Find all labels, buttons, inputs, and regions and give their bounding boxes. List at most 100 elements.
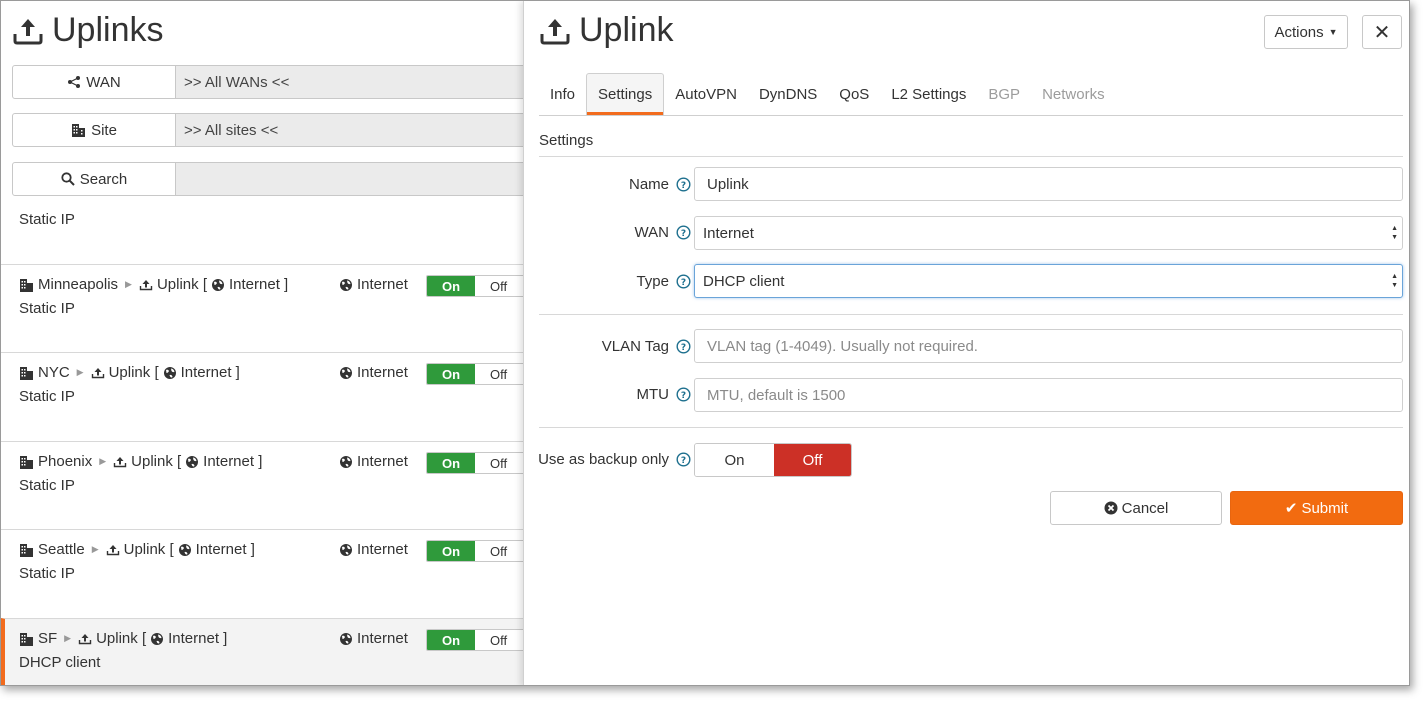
- mtu-input[interactable]: MTU, default is 1500: [694, 378, 1403, 412]
- backup-only-toggle[interactable]: On Off: [694, 443, 852, 477]
- wan-column-text: Internet: [357, 453, 408, 470]
- backup-only-label: Use as backup only ?: [538, 451, 691, 468]
- list-item[interactable]: NYC ▶ Uplink [ Internet ] Static IP Inte…: [1, 352, 523, 441]
- cancel-label: Cancel: [1121, 499, 1169, 517]
- site-name: Minneapolis: [38, 276, 119, 293]
- name-label: Name ?: [629, 176, 691, 193]
- list-item-title: Minneapolis ▶ Uplink [ Internet ]: [19, 276, 288, 293]
- wan-name: Internet ]: [229, 276, 289, 293]
- toggle-on[interactable]: On: [427, 541, 475, 561]
- list-item[interactable]: Minneapolis ▶ Uplink [ Internet ] Static…: [1, 264, 523, 353]
- globe-icon: [340, 543, 352, 556]
- enable-toggle[interactable]: On Off: [426, 275, 523, 297]
- building-icon: [19, 455, 34, 469]
- tab-bar: Info Settings AutoVPN DynDNS QoS L2 Sett…: [539, 73, 1403, 116]
- toggle-on[interactable]: On: [427, 364, 475, 384]
- wan-column-text: Internet: [357, 276, 408, 293]
- toggle-off[interactable]: Off: [475, 630, 523, 650]
- close-button[interactable]: ✕: [1362, 15, 1402, 49]
- tab-dyndns[interactable]: DynDNS: [748, 73, 828, 115]
- svg-text:?: ?: [681, 456, 686, 466]
- toggle-off[interactable]: Off: [475, 453, 523, 473]
- search-filter: Search: [12, 162, 523, 196]
- site-name: Seattle: [38, 541, 85, 558]
- list-item[interactable]: Seattle ▶ Uplink [ Internet ] Static IP …: [1, 529, 523, 618]
- caret-right-icon: ▶: [91, 544, 99, 554]
- wan-filter-value[interactable]: >> All WANs <<: [176, 65, 523, 99]
- wan-filter-button[interactable]: WAN: [12, 65, 176, 99]
- toggle-off[interactable]: Off: [475, 541, 523, 561]
- uplink-detail-panel: Uplink Actions ▼ ✕ Info Settings AutoVPN…: [523, 1, 1409, 685]
- tab-qos[interactable]: QoS: [828, 73, 880, 115]
- type-label-text: Type: [636, 273, 669, 290]
- list-item-selected[interactable]: SF ▶ Uplink [ Internet ] DHCP client Int…: [1, 618, 523, 685]
- search-input[interactable]: [176, 162, 523, 196]
- help-icon[interactable]: ?: [676, 225, 691, 240]
- svg-text:?: ?: [681, 391, 686, 401]
- help-icon[interactable]: ?: [676, 177, 691, 192]
- list-item-type: Static IP: [19, 211, 75, 228]
- search-button[interactable]: Search: [12, 162, 176, 196]
- globe-icon: [211, 278, 225, 292]
- divider: [539, 314, 1403, 315]
- help-icon[interactable]: ?: [676, 387, 691, 402]
- wan-select[interactable]: Internet ▲ ▼: [694, 216, 1403, 250]
- list-item-title: SF ▶ Uplink [ Internet ]: [19, 630, 227, 647]
- toggle-off[interactable]: Off: [475, 364, 523, 384]
- building-icon: [19, 632, 34, 646]
- mtu-label-text: MTU: [636, 386, 670, 403]
- wan-column-text: Internet: [357, 364, 408, 381]
- wan-name: Internet ]: [168, 630, 228, 647]
- mtu-label: MTU ?: [637, 386, 692, 403]
- search-icon: [61, 172, 75, 186]
- uplinks-list-panel: Uplinks WAN >> All WANs << Site >> All s…: [1, 1, 523, 685]
- vlan-tag-input[interactable]: VLAN tag (1-4049). Usually not required.: [694, 329, 1403, 363]
- toggle-off[interactable]: Off: [475, 276, 523, 296]
- enable-toggle[interactable]: On Off: [426, 452, 523, 474]
- building-icon: [19, 366, 34, 380]
- section-title: Settings: [539, 132, 594, 149]
- list-item-type: Static IP: [19, 565, 75, 582]
- caret-right-icon: ▶: [99, 456, 107, 466]
- help-icon[interactable]: ?: [676, 452, 691, 467]
- backup-on-option[interactable]: On: [695, 444, 774, 476]
- upload-icon: [106, 544, 120, 556]
- vlan-tag-label: VLAN Tag ?: [602, 338, 691, 355]
- wan-column-text: Internet: [357, 541, 408, 558]
- globe-icon: [163, 366, 177, 380]
- tab-l2-settings[interactable]: L2 Settings: [880, 73, 977, 115]
- help-icon[interactable]: ?: [676, 339, 691, 354]
- upload-icon: [91, 367, 105, 379]
- globe-icon: [340, 366, 352, 379]
- type-select[interactable]: DHCP client ▲ ▼: [694, 264, 1403, 298]
- wan-label: WAN ?: [635, 224, 691, 241]
- panel-title-text: Uplink: [579, 11, 674, 49]
- tab-settings[interactable]: Settings: [586, 73, 665, 115]
- toggle-on[interactable]: On: [427, 453, 475, 473]
- list-item-type: Static IP: [19, 388, 75, 405]
- globe-icon: [340, 455, 352, 468]
- submit-label: Submit: [1301, 499, 1349, 517]
- tab-networks: Networks: [1042, 85, 1105, 103]
- help-icon[interactable]: ?: [676, 274, 691, 289]
- backup-off-option[interactable]: Off: [774, 444, 851, 476]
- site-filter-button[interactable]: Site: [12, 113, 176, 147]
- cancel-button[interactable]: Cancel: [1050, 491, 1222, 525]
- wan-column: Internet: [339, 630, 408, 647]
- mtu-placeholder: MTU, default is 1500: [707, 386, 846, 404]
- list-item[interactable]: Phoenix ▶ Uplink [ Internet ] Static IP …: [1, 441, 523, 530]
- enable-toggle[interactable]: On Off: [426, 629, 523, 651]
- name-input[interactable]: Uplink: [694, 167, 1403, 201]
- tab-info[interactable]: Info: [539, 73, 586, 115]
- vlan-tag-placeholder: VLAN tag (1-4049). Usually not required.: [707, 337, 978, 355]
- actions-dropdown-button[interactable]: Actions ▼: [1264, 15, 1348, 49]
- site-filter-value[interactable]: >> All sites <<: [176, 113, 523, 147]
- toggle-on[interactable]: On: [427, 276, 475, 296]
- list-item-type: Static IP: [19, 300, 75, 317]
- submit-button[interactable]: ✔ Submit: [1230, 491, 1403, 525]
- caret-right-icon: ▶: [76, 367, 84, 377]
- tab-autovpn[interactable]: AutoVPN: [664, 73, 748, 115]
- enable-toggle[interactable]: On Off: [426, 363, 523, 385]
- enable-toggle[interactable]: On Off: [426, 540, 523, 562]
- toggle-on[interactable]: On: [427, 630, 475, 650]
